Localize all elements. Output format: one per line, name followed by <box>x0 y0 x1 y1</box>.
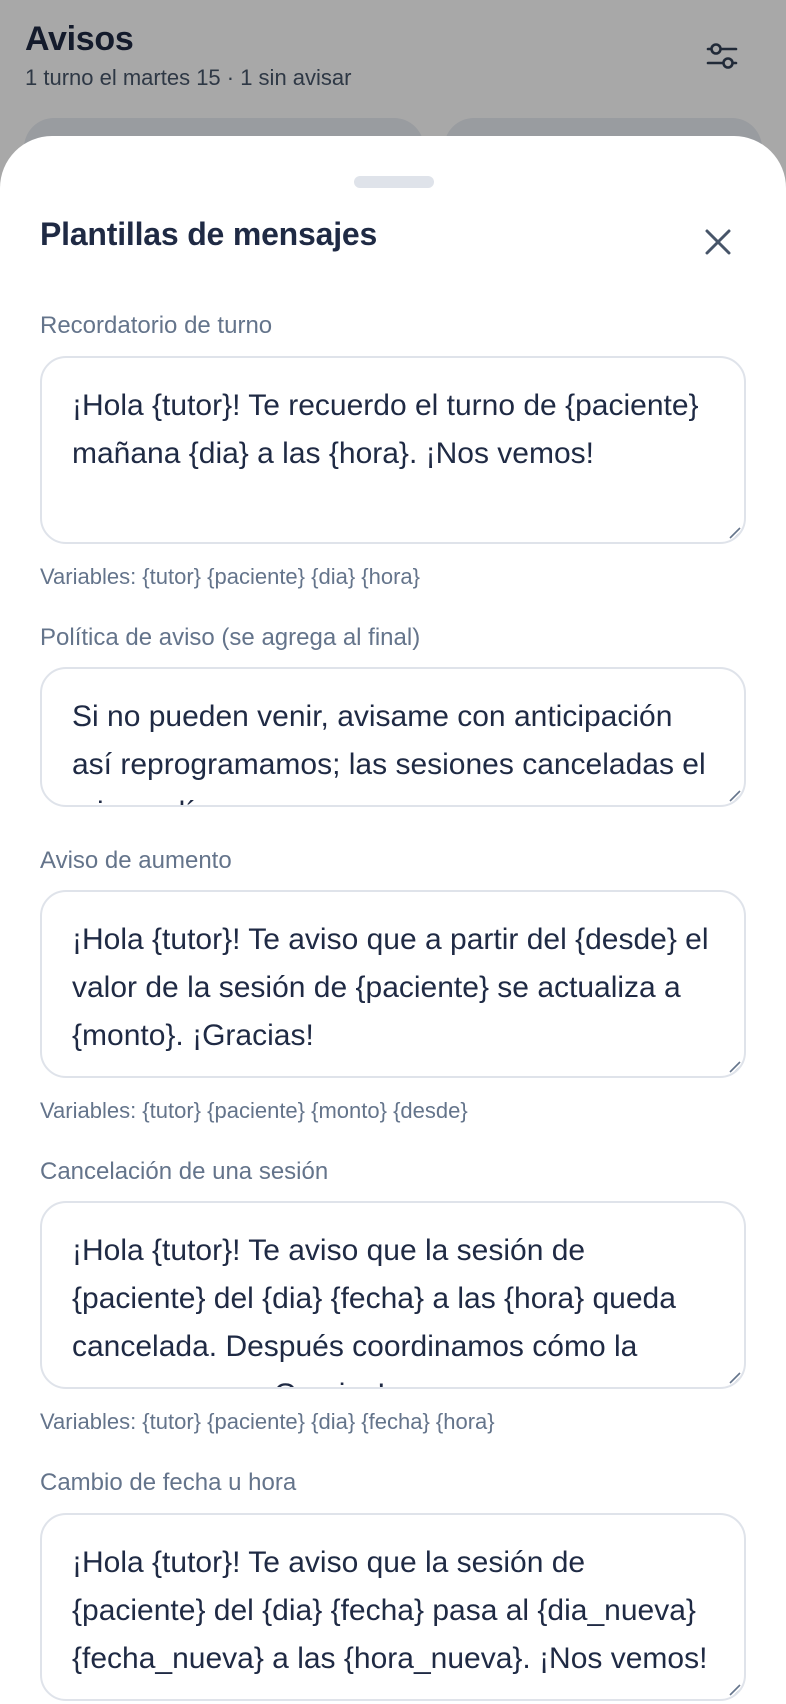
notice-policy-textarea[interactable]: Si no pueden venir, avisame con anticipa… <box>40 667 746 807</box>
sheet-title: Plantillas de mensajes <box>40 216 378 252</box>
reminder-variables-hint: Variables: {tutor} {paciente} {dia} {hor… <box>40 564 421 589</box>
close-icon <box>705 229 731 255</box>
notice-policy-text: Si no pueden venir, avisame con anticipa… <box>72 700 706 805</box>
cancellation-text: ¡Hola {tutor}! Te aviso que la sesión de… <box>72 1234 676 1387</box>
cancellation-variables-hint: Variables: {tutor} {paciente} {dia} {fec… <box>40 1409 495 1434</box>
resize-handle-icon[interactable] <box>727 525 741 539</box>
resize-handle-icon[interactable] <box>727 1370 741 1384</box>
price-increase-textarea[interactable]: ¡Hola {tutor}! Te aviso que a partir del… <box>40 890 746 1078</box>
price-increase-label: Aviso de aumento <box>40 847 232 874</box>
resize-handle-icon[interactable] <box>727 1682 741 1696</box>
cancellation-label: Cancelación de una sesión <box>40 1158 329 1185</box>
reminder-template-textarea[interactable]: ¡Hola {tutor}! Te recuerdo el turno de {… <box>40 356 746 544</box>
reminder-template-text: ¡Hola {tutor}! Te recuerdo el turno de {… <box>72 389 699 470</box>
resize-handle-icon[interactable] <box>727 788 741 802</box>
close-button[interactable] <box>694 218 742 266</box>
price-increase-text: ¡Hola {tutor}! Te aviso que a partir del… <box>72 923 709 1052</box>
reminder-label: Recordatorio de turno <box>40 312 273 339</box>
sheet-drag-handle[interactable] <box>354 176 434 188</box>
reschedule-label: Cambio de fecha u hora <box>40 1469 297 1496</box>
resize-handle-icon[interactable] <box>727 1059 741 1073</box>
cancellation-textarea[interactable]: ¡Hola {tutor}! Te aviso que la sesión de… <box>40 1201 746 1389</box>
reschedule-textarea[interactable]: ¡Hola {tutor}! Te aviso que la sesión de… <box>40 1513 746 1701</box>
message-templates-sheet: Plantillas de mensajes Recordatorio de t… <box>0 136 786 1704</box>
price-increase-variables-hint: Variables: {tutor} {paciente} {monto} {d… <box>40 1098 468 1123</box>
reschedule-text: ¡Hola {tutor}! Te aviso que la sesión de… <box>72 1546 708 1675</box>
notice-policy-label: Política de aviso (se agrega al final) <box>40 624 421 651</box>
